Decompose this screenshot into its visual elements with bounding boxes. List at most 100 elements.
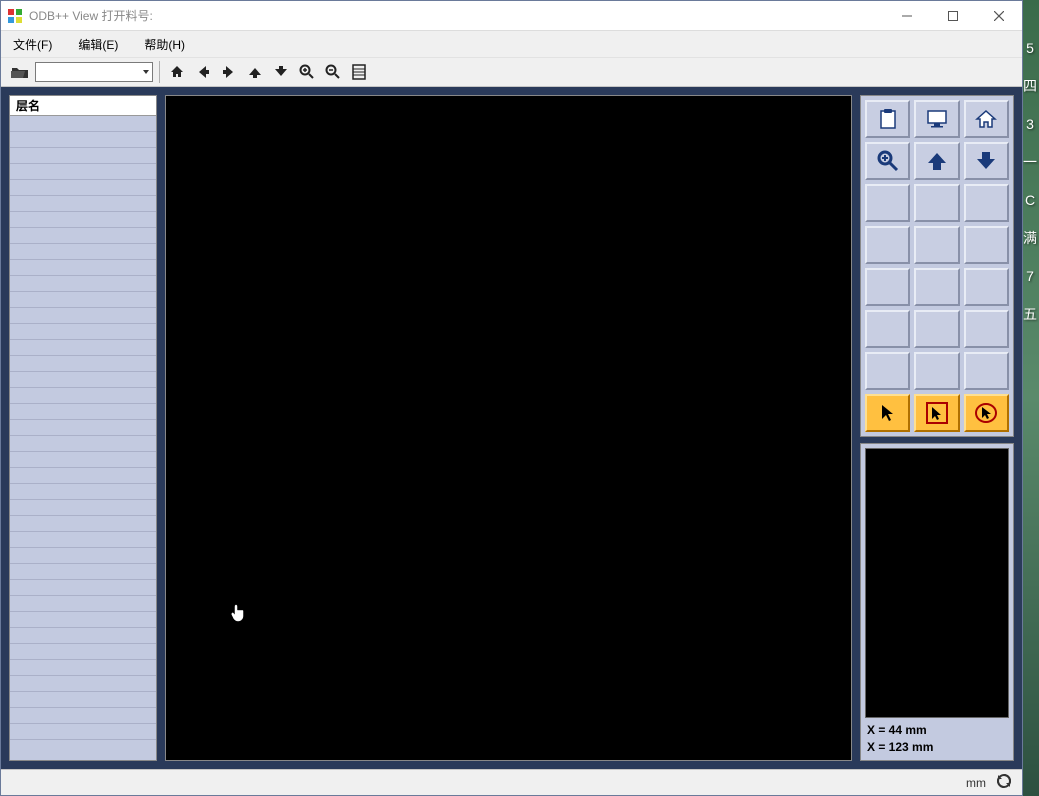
app-window: ODB++ View 打开料号: 文件(F) 编辑(E) 帮助(H) <box>0 0 1023 796</box>
tool-empty[interactable] <box>865 184 910 222</box>
layer-row[interactable] <box>10 516 156 532</box>
tool-down[interactable] <box>964 142 1009 180</box>
open-folder-button[interactable] <box>9 61 31 83</box>
coord-readout: X = 44 mm X = 123 mm <box>865 718 1009 756</box>
menu-help[interactable]: 帮助(H) <box>140 34 189 55</box>
zoom-out-button[interactable] <box>322 61 344 83</box>
layer-row[interactable] <box>10 388 156 404</box>
layer-row[interactable] <box>10 340 156 356</box>
layer-row[interactable] <box>10 692 156 708</box>
nav-left-button[interactable] <box>192 61 214 83</box>
right-panel: X = 44 mm X = 123 mm <box>860 95 1014 761</box>
layer-row[interactable] <box>10 612 156 628</box>
tool-empty[interactable] <box>964 268 1009 306</box>
titlebar[interactable]: ODB++ View 打开料号: <box>1 1 1022 31</box>
client-area: 层名 <box>1 87 1022 769</box>
layer-row[interactable] <box>10 452 156 468</box>
tool-empty[interactable] <box>865 310 910 348</box>
toolbar <box>1 57 1022 87</box>
nav-right-button[interactable] <box>218 61 240 83</box>
layer-row[interactable] <box>10 276 156 292</box>
app-icon <box>7 8 23 24</box>
tool-cursor-3[interactable] <box>964 394 1009 432</box>
tool-screen[interactable] <box>914 100 959 138</box>
close-button[interactable] <box>976 1 1022 31</box>
layer-row[interactable] <box>10 244 156 260</box>
layer-row[interactable] <box>10 356 156 372</box>
maximize-button[interactable] <box>930 1 976 31</box>
tool-empty[interactable] <box>964 310 1009 348</box>
minimap-viewport[interactable] <box>865 448 1009 718</box>
layer-rows[interactable] <box>10 116 156 760</box>
layer-row[interactable] <box>10 180 156 196</box>
tool-cursor-1[interactable] <box>865 394 910 432</box>
tool-empty[interactable] <box>914 226 959 264</box>
layer-row[interactable] <box>10 260 156 276</box>
tool-empty[interactable] <box>964 226 1009 264</box>
layer-row[interactable] <box>10 580 156 596</box>
tool-empty[interactable] <box>865 268 910 306</box>
tool-empty[interactable] <box>914 310 959 348</box>
statusbar: mm <box>1 769 1022 795</box>
layers-button[interactable] <box>348 61 370 83</box>
layer-row[interactable] <box>10 548 156 564</box>
tool-empty[interactable] <box>964 352 1009 390</box>
layer-row[interactable] <box>10 404 156 420</box>
home-button[interactable] <box>166 61 188 83</box>
layer-row[interactable] <box>10 596 156 612</box>
layer-row[interactable] <box>10 308 156 324</box>
layer-row[interactable] <box>10 484 156 500</box>
status-unit: mm <box>966 776 986 790</box>
tool-home[interactable] <box>964 100 1009 138</box>
layer-row[interactable] <box>10 228 156 244</box>
desktop-edge: 5 四 3 一 C 满 7 五 <box>1021 0 1039 796</box>
layer-row[interactable] <box>10 196 156 212</box>
menu-edit[interactable]: 编辑(E) <box>74 34 122 55</box>
minimap-panel: X = 44 mm X = 123 mm <box>860 443 1014 761</box>
nav-down-button[interactable] <box>270 61 292 83</box>
tool-empty[interactable] <box>865 226 910 264</box>
layer-row[interactable] <box>10 532 156 548</box>
layer-row[interactable] <box>10 292 156 308</box>
layer-row[interactable] <box>10 116 156 132</box>
layer-row[interactable] <box>10 660 156 676</box>
window-title: ODB++ View 打开料号: <box>29 7 153 24</box>
layer-row[interactable] <box>10 212 156 228</box>
layer-row[interactable] <box>10 468 156 484</box>
tool-empty[interactable] <box>914 184 959 222</box>
tool-empty[interactable] <box>914 352 959 390</box>
layer-row[interactable] <box>10 164 156 180</box>
cursor-hand-icon <box>231 604 247 627</box>
layer-row[interactable] <box>10 372 156 388</box>
tool-zoom[interactable] <box>865 142 910 180</box>
menubar: 文件(F) 编辑(E) 帮助(H) <box>1 31 1022 57</box>
layer-row[interactable] <box>10 132 156 148</box>
layer-header: 层名 <box>10 96 156 116</box>
layer-row[interactable] <box>10 708 156 724</box>
minimize-button[interactable] <box>884 1 930 31</box>
nav-up-button[interactable] <box>244 61 266 83</box>
layer-row[interactable] <box>10 420 156 436</box>
main-viewport[interactable] <box>165 95 852 761</box>
layer-row[interactable] <box>10 324 156 340</box>
tool-empty[interactable] <box>914 268 959 306</box>
tool-up[interactable] <box>914 142 959 180</box>
layer-row[interactable] <box>10 436 156 452</box>
layer-row[interactable] <box>10 644 156 660</box>
tool-empty[interactable] <box>865 352 910 390</box>
toolbar-separator <box>159 61 160 83</box>
refresh-button[interactable] <box>996 773 1012 792</box>
tool-clipboard[interactable] <box>865 100 910 138</box>
layer-panel: 层名 <box>9 95 157 761</box>
zoom-in-button[interactable] <box>296 61 318 83</box>
tool-empty[interactable] <box>964 184 1009 222</box>
layer-row[interactable] <box>10 564 156 580</box>
tool-cursor-2[interactable] <box>914 394 959 432</box>
menu-file[interactable]: 文件(F) <box>9 34 56 55</box>
layer-row[interactable] <box>10 724 156 740</box>
layer-row[interactable] <box>10 676 156 692</box>
job-combo[interactable] <box>35 62 153 82</box>
layer-row[interactable] <box>10 500 156 516</box>
layer-row[interactable] <box>10 148 156 164</box>
layer-row[interactable] <box>10 628 156 644</box>
